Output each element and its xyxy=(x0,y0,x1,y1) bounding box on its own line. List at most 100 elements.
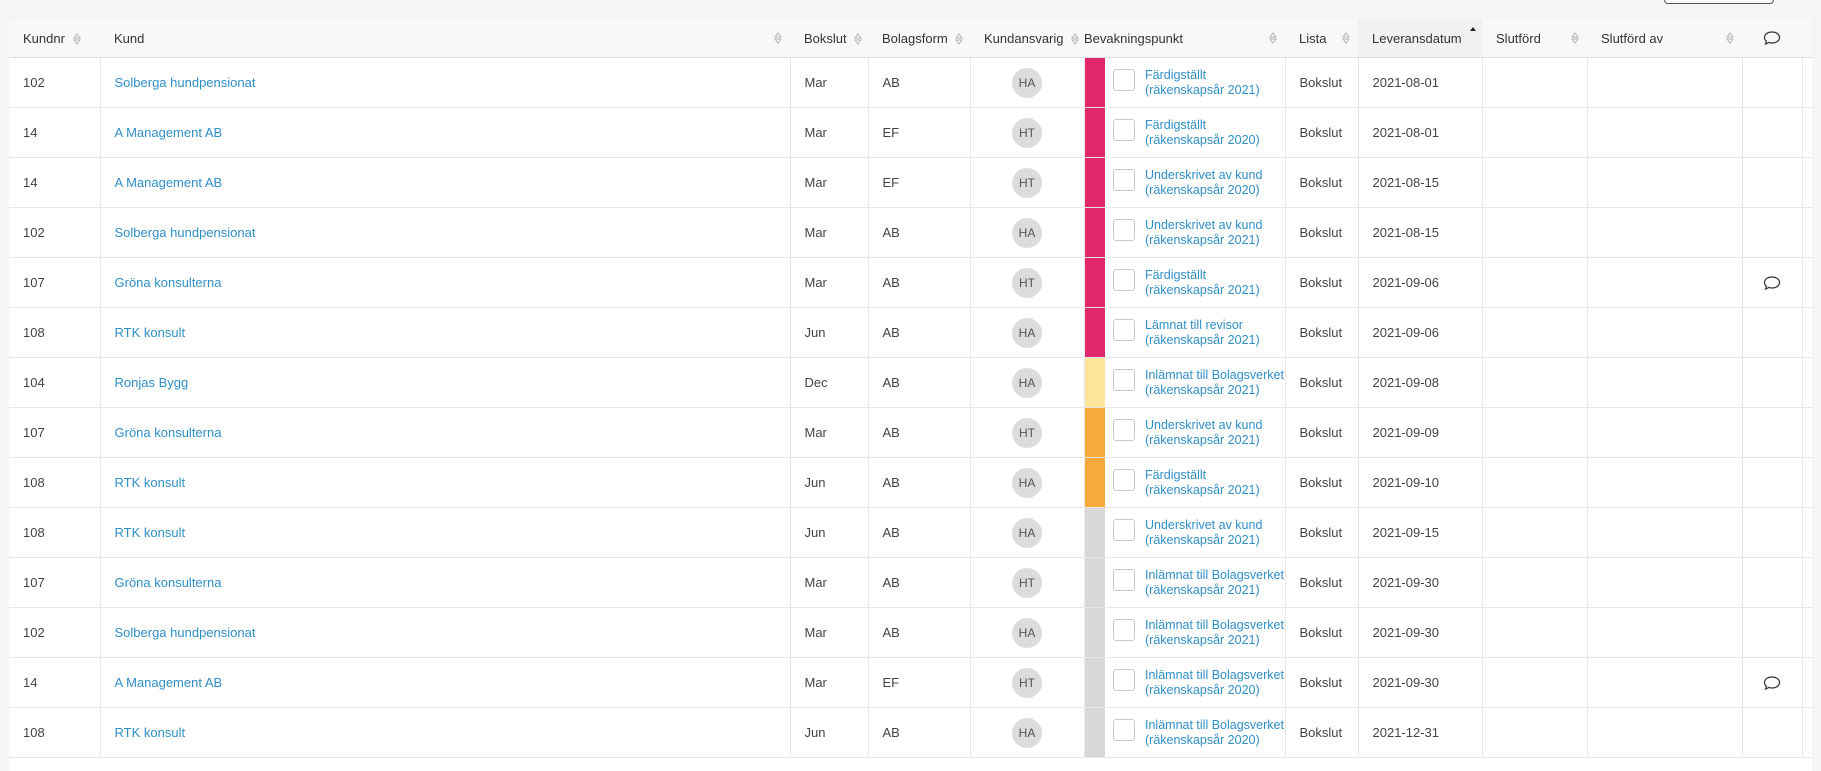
column-header-lista[interactable]: Lista xyxy=(1285,19,1359,58)
avatar[interactable]: HT xyxy=(1012,167,1042,198)
bevakningspunkt-link[interactable]: Inlämnat till Bolagsverket (räkenskapsår… xyxy=(1145,368,1285,398)
complete-checkbox[interactable] xyxy=(1113,468,1135,491)
complete-checkbox[interactable] xyxy=(1113,368,1135,391)
table-row[interactable]: 14 A Management AB Mar EF HT Inlämnat ti… xyxy=(9,657,1812,708)
customer-link[interactable]: RTK konsult xyxy=(100,507,791,558)
avatar[interactable]: HA xyxy=(1012,617,1042,648)
table-row[interactable]: 107 Gröna konsulterna Mar AB HT Inlämnat… xyxy=(9,557,1812,608)
bevakningspunkt-link[interactable]: Inlämnat till Bolagsverket (räkenskapsår… xyxy=(1145,618,1285,648)
bevakningspunkt-link[interactable]: Underskrivet av kund (räkenskapsår 2021) xyxy=(1145,418,1285,448)
avatar[interactable]: HA xyxy=(1012,367,1042,398)
column-header-kundnr[interactable]: Kundnr xyxy=(9,19,100,58)
customer-link[interactable]: A Management AB xyxy=(100,107,791,158)
bevakningspunkt-link[interactable]: Inlämnat till Bolagsverket (räkenskapsår… xyxy=(1145,668,1285,698)
bevakningspunkt-link[interactable]: Lämnat till revisor (räkenskapsår 2021) xyxy=(1145,318,1285,348)
customer-link[interactable]: Gröna konsulterna xyxy=(100,407,791,458)
table-row[interactable]: 102 Solberga hundpensionat Mar AB HA Und… xyxy=(9,207,1812,258)
cell-slutford-av xyxy=(1587,257,1743,308)
avatar[interactable]: HA xyxy=(1012,717,1042,748)
customer-link[interactable]: RTK konsult xyxy=(100,307,791,358)
complete-checkbox[interactable] xyxy=(1113,618,1135,641)
table-row[interactable]: 102 Solberga hundpensionat Mar AB HA Fär… xyxy=(9,57,1812,108)
column-header-bevakningspunkt[interactable]: Bevakningspunkt xyxy=(1084,19,1286,58)
top-action-button[interactable] xyxy=(1664,0,1774,4)
customer-link[interactable]: Gröna konsulterna xyxy=(100,557,791,608)
column-header-label: Bokslut xyxy=(804,30,847,46)
customer-link[interactable]: Solberga hundpensionat xyxy=(100,607,791,658)
bevakningspunkt-link[interactable]: Underskrivet av kund (räkenskapsår 2020) xyxy=(1145,168,1285,198)
table-row[interactable]: 108 RTK konsult Jun AB HA Lämnat till re… xyxy=(9,307,1812,358)
sort-icon xyxy=(854,33,863,45)
deadline-table-panel: Kundnr Kund Bokslut Bolagsform Kundansva… xyxy=(9,19,1812,771)
bevakningspunkt-link[interactable]: Färdigställt (räkenskapsår 2020) xyxy=(1145,118,1285,148)
avatar[interactable]: HA xyxy=(1012,317,1042,348)
bevakningspunkt-link[interactable]: Underskrivet av kund (räkenskapsår 2021) xyxy=(1145,218,1285,248)
sort-icon xyxy=(955,33,964,45)
column-header-kundansvarig[interactable]: Kundansvarig xyxy=(970,19,1084,58)
cell-lista: Bokslut xyxy=(1285,307,1359,358)
complete-checkbox[interactable] xyxy=(1113,268,1135,291)
bevakningspunkt-link[interactable]: Inlämnat till Bolagsverket (räkenskapsår… xyxy=(1145,568,1285,598)
cell-leveransdatum: 2021-09-06 xyxy=(1358,307,1483,358)
column-header-slutford-av[interactable]: Slutförd av xyxy=(1587,19,1743,58)
column-header-slutford[interactable]: Slutförd xyxy=(1482,19,1588,58)
complete-checkbox[interactable] xyxy=(1113,318,1135,341)
table-row[interactable]: 14 A Management AB Mar EF HT Färdigställ… xyxy=(9,107,1812,158)
bevakningspunkt-link[interactable]: Underskrivet av kund (räkenskapsår 2021) xyxy=(1145,518,1285,548)
customer-link[interactable]: Gröna konsulterna xyxy=(100,257,791,308)
avatar[interactable]: HT xyxy=(1012,117,1042,148)
speech-bubble-icon[interactable] xyxy=(1763,675,1781,691)
column-header-bolagsform[interactable]: Bolagsform xyxy=(868,19,970,58)
complete-checkbox[interactable] xyxy=(1113,218,1135,241)
bevakningspunkt-link[interactable]: Inlämnat till Bolagsverket (räkenskapsår… xyxy=(1145,718,1285,748)
cell-lista: Bokslut xyxy=(1285,207,1359,258)
avatar[interactable]: HT xyxy=(1012,267,1042,298)
cell-leveransdatum: 2021-09-09 xyxy=(1358,407,1483,458)
avatar[interactable]: HT xyxy=(1012,667,1042,698)
customer-link[interactable]: Solberga hundpensionat xyxy=(100,57,791,108)
column-header-leveransdatum[interactable]: Leveransdatum xyxy=(1358,19,1483,58)
avatar[interactable]: HA xyxy=(1012,67,1042,98)
bevakningspunkt-link[interactable]: Färdigställt (räkenskapsår 2021) xyxy=(1145,68,1285,98)
customer-link[interactable]: Ronjas Bygg xyxy=(100,357,791,408)
cell-bevakningspunkt: Färdigställt (räkenskapsår 2021) xyxy=(1105,257,1286,308)
speech-bubble-icon[interactable] xyxy=(1763,275,1781,291)
complete-checkbox[interactable] xyxy=(1113,118,1135,141)
complete-checkbox[interactable] xyxy=(1113,68,1135,91)
table-row[interactable]: 14 A Management AB Mar EF HT Underskrive… xyxy=(9,157,1812,208)
customer-link[interactable]: A Management AB xyxy=(100,657,791,708)
complete-checkbox[interactable] xyxy=(1113,568,1135,591)
complete-checkbox[interactable] xyxy=(1113,168,1135,191)
table-row[interactable]: 107 Gröna konsulterna Mar AB HT Underskr… xyxy=(9,407,1812,458)
bevakningspunkt-link[interactable]: Färdigställt (räkenskapsår 2021) xyxy=(1145,468,1285,498)
table-row[interactable]: 108 RTK konsult Jun AB HA Färdigställt (… xyxy=(9,457,1812,508)
bevakningspunkt-link[interactable]: Färdigställt (räkenskapsår 2021) xyxy=(1145,268,1285,298)
avatar[interactable]: HT xyxy=(1012,567,1042,598)
customer-link[interactable]: RTK konsult xyxy=(100,707,791,758)
complete-checkbox[interactable] xyxy=(1113,418,1135,441)
complete-checkbox[interactable] xyxy=(1113,668,1135,691)
table-row[interactable]: 108 RTK konsult Jun AB HA Inlämnat till … xyxy=(9,707,1812,758)
column-header-comments[interactable] xyxy=(1742,19,1803,58)
complete-checkbox[interactable] xyxy=(1113,718,1135,741)
table-row[interactable]: 107 Gröna konsulterna Mar AB HT Färdigst… xyxy=(9,257,1812,308)
cell-spacer xyxy=(1802,607,1812,658)
status-color-bar xyxy=(1084,407,1105,458)
table-row[interactable]: 108 RTK konsult Jun AB HA Underskrivet a… xyxy=(9,507,1812,558)
avatar[interactable]: HT xyxy=(1012,417,1042,448)
column-header-kund[interactable]: Kund xyxy=(100,19,790,58)
customer-link[interactable]: A Management AB xyxy=(100,157,791,208)
cell-slutford xyxy=(1482,407,1588,458)
customer-link[interactable]: Solberga hundpensionat xyxy=(100,207,791,258)
cell-kundansvarig: HT xyxy=(970,157,1085,208)
table-row[interactable]: 104 Ronjas Bygg Dec AB HA Inlämnat till … xyxy=(9,357,1812,408)
customer-link[interactable]: RTK konsult xyxy=(100,457,791,508)
table-row[interactable]: 102 Solberga hundpensionat Mar AB HA Inl… xyxy=(9,607,1812,658)
column-header-bokslut[interactable]: Bokslut xyxy=(790,19,868,58)
avatar[interactable]: HA xyxy=(1012,517,1042,548)
cell-bokslut: Jun xyxy=(790,307,869,358)
complete-checkbox[interactable] xyxy=(1113,518,1135,541)
cell-bevakningspunkt: Inlämnat till Bolagsverket (räkenskapsår… xyxy=(1105,357,1286,408)
avatar[interactable]: HA xyxy=(1012,467,1042,498)
avatar[interactable]: HA xyxy=(1012,217,1042,248)
